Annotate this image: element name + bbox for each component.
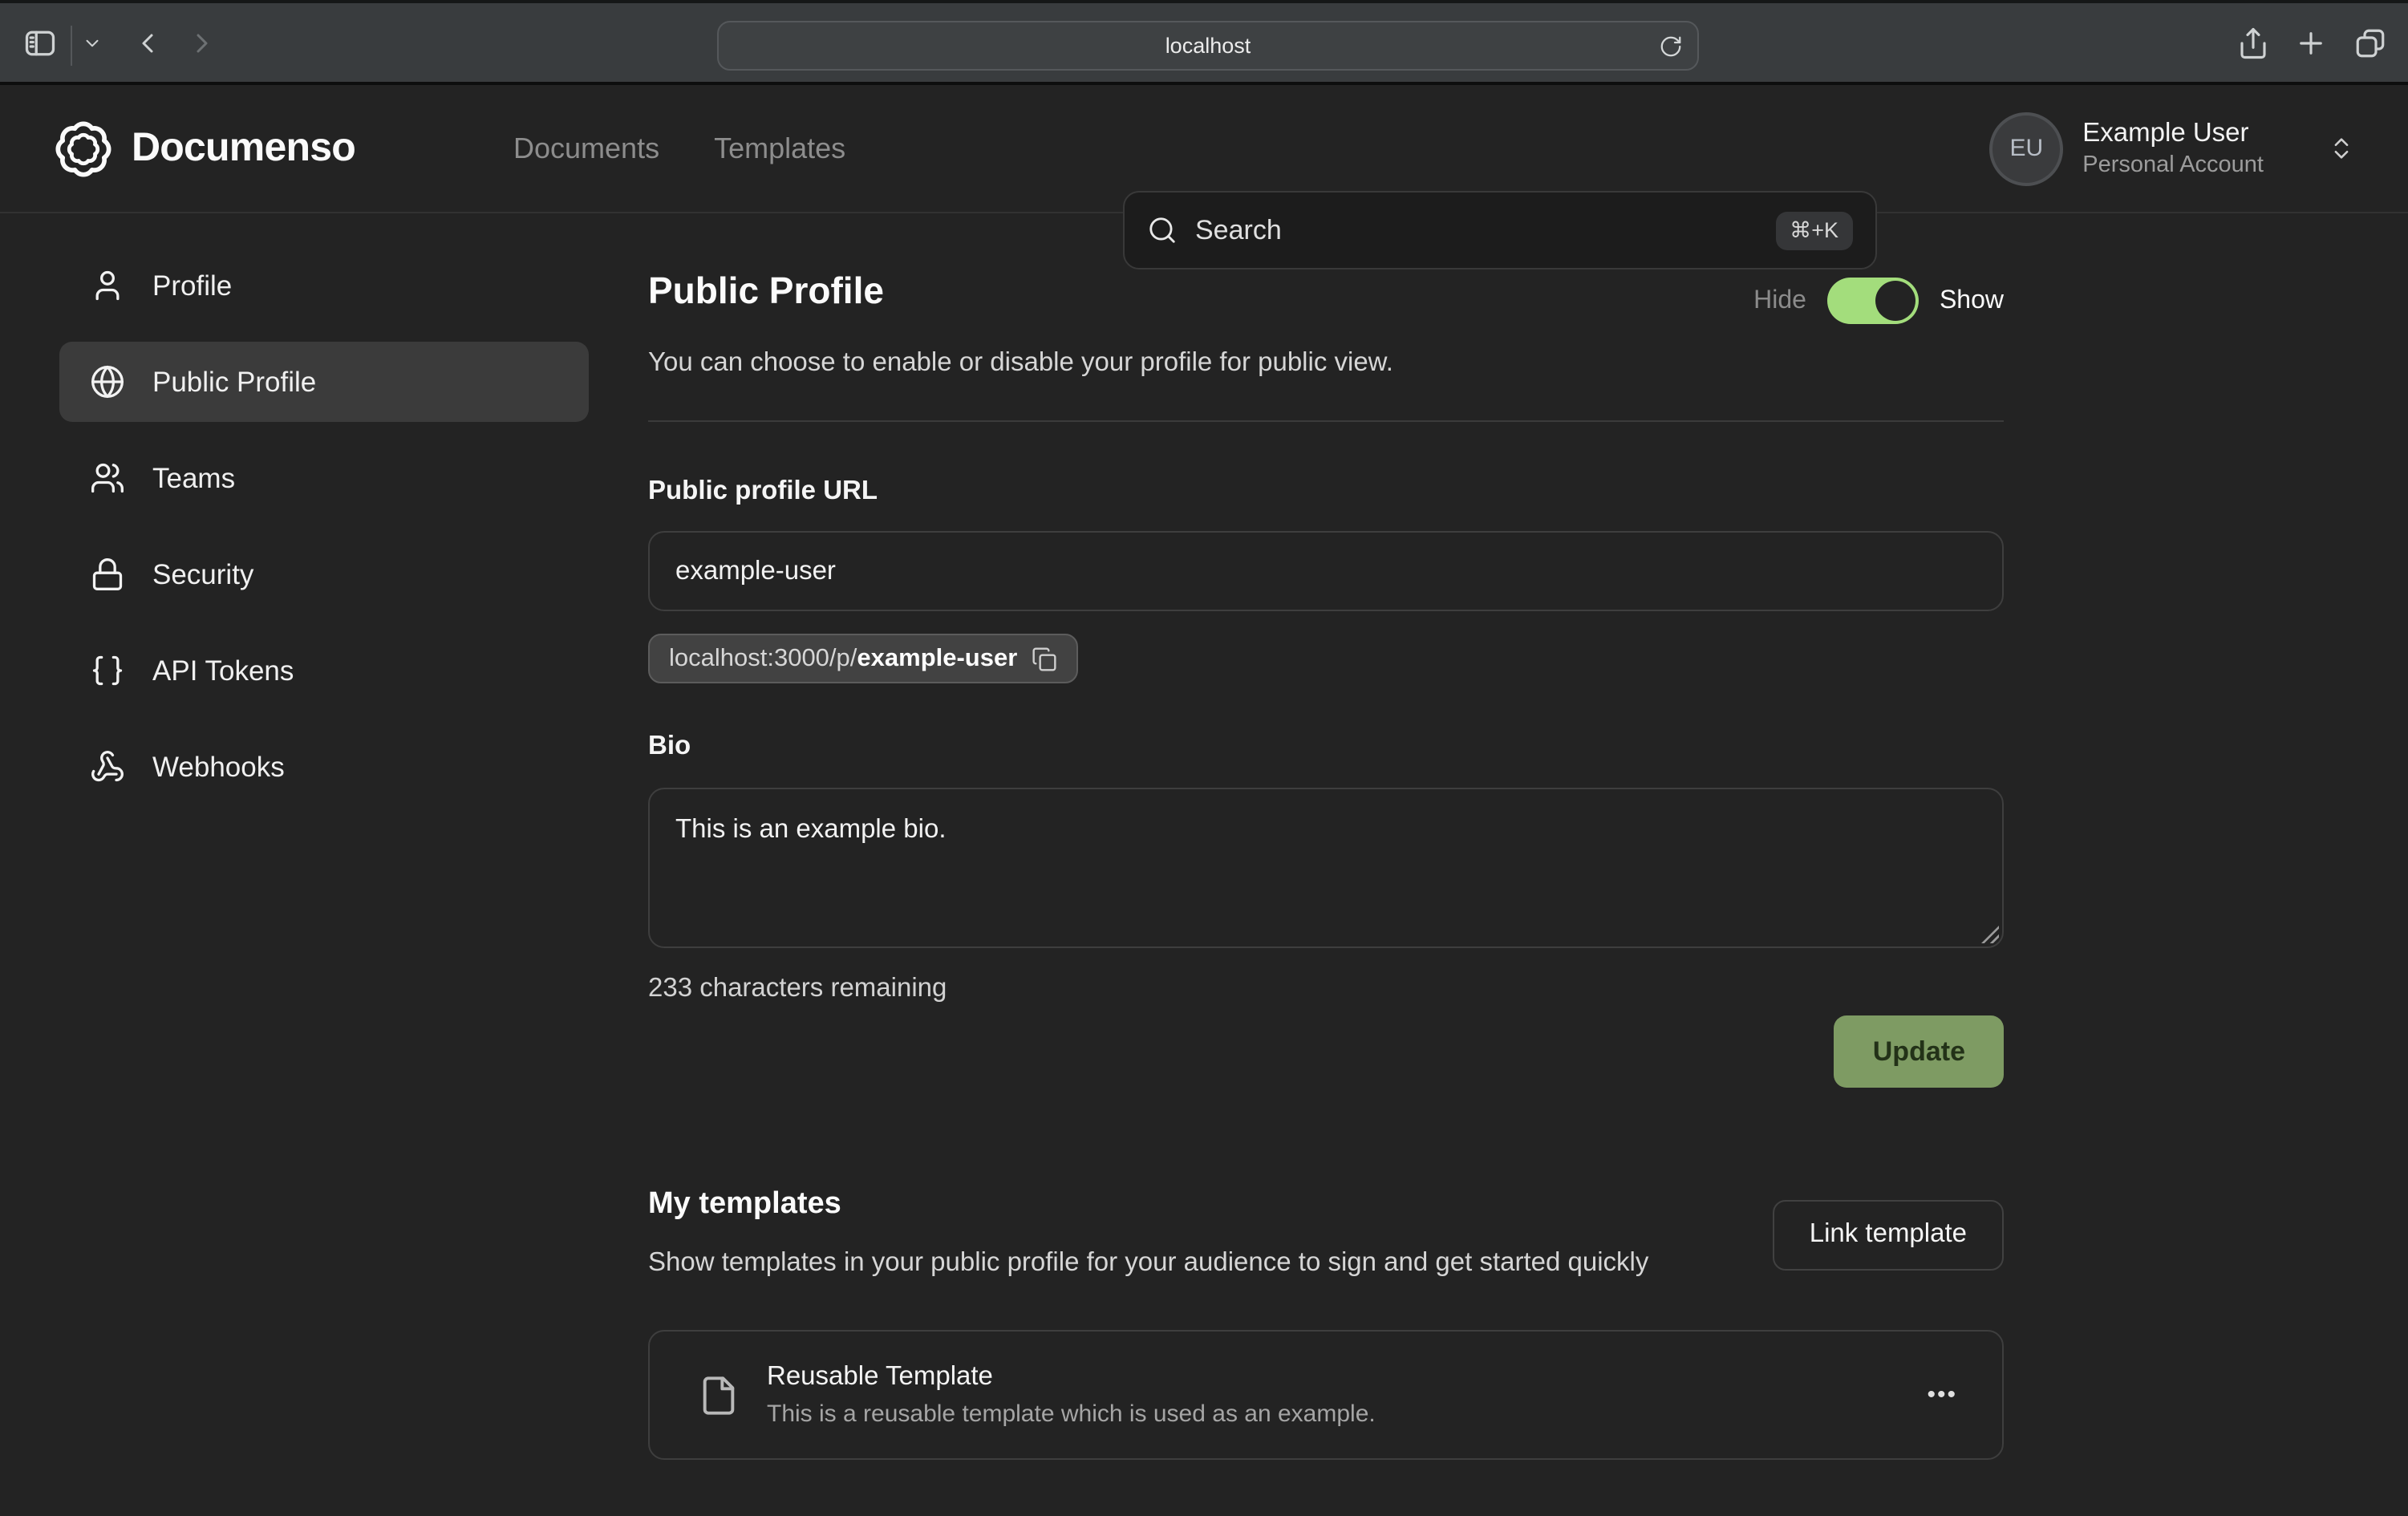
lock-icon bbox=[90, 557, 125, 592]
forward-button[interactable] bbox=[186, 26, 218, 59]
url-prefix: localhost:3000/p/ bbox=[669, 644, 857, 671]
global-search[interactable]: ⌘+K bbox=[1123, 191, 1877, 270]
safari-window: localhost bbox=[0, 0, 2408, 1516]
settings-page: Profile Public Profile Teams Securit bbox=[0, 213, 2408, 1460]
visibility-toggle-group: Hide Show bbox=[1753, 278, 2004, 324]
users-icon bbox=[90, 460, 125, 496]
tabs-icon bbox=[2353, 26, 2387, 59]
update-button[interactable]: Update bbox=[1834, 1015, 2004, 1088]
sidebar-toggle-button[interactable] bbox=[22, 25, 58, 60]
show-label: Show bbox=[1940, 286, 2004, 315]
search-shortcut-badge: ⌘+K bbox=[1775, 211, 1853, 249]
bio-field-label: Bio bbox=[648, 728, 2004, 764]
brand-logo[interactable]: Documenso bbox=[53, 118, 355, 179]
share-button[interactable] bbox=[2236, 26, 2270, 59]
url-chip-text: localhost:3000/p/example-user bbox=[669, 644, 1017, 673]
public-profile-section: Public Profile Hide Show You can choose … bbox=[648, 213, 2004, 1460]
template-title: Reusable Template bbox=[767, 1359, 1927, 1396]
tab-group-chevron-button[interactable] bbox=[82, 32, 103, 53]
account-menu[interactable]: EU Example User Personal Account bbox=[1989, 111, 2355, 185]
url-field-label: Public profile URL bbox=[648, 473, 2004, 509]
characters-remaining: 233 characters remaining bbox=[648, 971, 2004, 1006]
section-divider bbox=[648, 420, 2004, 422]
public-url-chip[interactable]: localhost:3000/p/example-user bbox=[648, 634, 1078, 683]
public-url-input[interactable] bbox=[648, 531, 2004, 611]
nav-documents[interactable]: Documents bbox=[513, 132, 659, 165]
brand-name: Documenso bbox=[132, 125, 355, 172]
browser-toolbar: localhost bbox=[0, 0, 2408, 85]
app-header: Documenso Documents Templates ⌘+K EU Exa… bbox=[0, 85, 2408, 213]
chevron-down-icon bbox=[82, 32, 103, 53]
sidebar-item-public-profile[interactable]: Public Profile bbox=[59, 342, 589, 422]
template-menu-button[interactable]: ••• bbox=[1927, 1381, 1957, 1409]
toolbar-divider bbox=[71, 26, 72, 66]
url-slug: example-user bbox=[857, 644, 1017, 671]
search-input[interactable] bbox=[1195, 214, 1757, 246]
bio-textarea[interactable]: This is an example bio. bbox=[648, 788, 2004, 948]
template-card[interactable]: Reusable Template This is a reusable tem… bbox=[648, 1330, 2004, 1460]
copy-url-button[interactable] bbox=[1032, 646, 1057, 671]
templates-description: Show templates in your public profile fo… bbox=[648, 1242, 1648, 1285]
sidebar-item-teams[interactable]: Teams bbox=[59, 438, 589, 518]
sidebar-item-profile[interactable]: Profile bbox=[59, 245, 589, 326]
page-description: You can choose to enable or disable your… bbox=[648, 343, 2004, 382]
user-icon bbox=[90, 268, 125, 303]
copy-icon bbox=[1032, 646, 1057, 671]
template-meta: Reusable Template This is a reusable tem… bbox=[767, 1359, 1927, 1431]
link-template-button[interactable]: Link template bbox=[1773, 1199, 2004, 1270]
avatar: EU bbox=[1989, 111, 2063, 185]
back-button[interactable] bbox=[132, 26, 164, 59]
webhook-icon bbox=[90, 749, 125, 784]
address-bar[interactable]: localhost bbox=[717, 21, 1699, 71]
globe-icon bbox=[90, 364, 125, 399]
reload-button[interactable] bbox=[1659, 34, 1683, 58]
avatar-initials: EU bbox=[2009, 135, 2043, 162]
chevron-right-icon bbox=[186, 26, 218, 59]
settings-sidebar: Profile Public Profile Teams Securit bbox=[59, 213, 589, 823]
new-tab-button[interactable] bbox=[2294, 26, 2328, 59]
profile-visibility-switch[interactable] bbox=[1827, 278, 1919, 324]
account-name: Example User bbox=[2082, 116, 2264, 150]
hide-label: Hide bbox=[1753, 286, 1806, 315]
search-icon bbox=[1147, 215, 1178, 245]
address-url: localhost bbox=[1165, 34, 1251, 58]
braces-icon bbox=[90, 653, 125, 688]
page-title: Public Profile bbox=[648, 266, 884, 314]
sidebar-toggle-icon bbox=[22, 25, 58, 60]
nav-templates[interactable]: Templates bbox=[714, 132, 845, 165]
account-info: Example User Personal Account bbox=[2082, 116, 2264, 180]
sidebar-item-security[interactable]: Security bbox=[59, 534, 589, 614]
sidebar-item-api-tokens[interactable]: API Tokens bbox=[59, 630, 589, 711]
template-description: This is a reusable template which is use… bbox=[767, 1397, 1927, 1431]
templates-title: My templates bbox=[648, 1184, 1648, 1226]
file-icon bbox=[698, 1374, 740, 1416]
tab-overview-button[interactable] bbox=[2353, 26, 2387, 59]
sidebar-item-webhooks[interactable]: Webhooks bbox=[59, 727, 589, 807]
chevron-left-icon bbox=[132, 26, 164, 59]
main-nav: Documents Templates bbox=[513, 132, 845, 165]
chevrons-up-down-icon bbox=[2328, 135, 2355, 162]
reload-icon bbox=[1659, 34, 1683, 58]
switch-knob bbox=[1875, 281, 1915, 321]
documenso-logo-icon bbox=[53, 118, 114, 179]
templates-header: My templates Show templates in your publ… bbox=[648, 1184, 1648, 1285]
share-icon bbox=[2236, 26, 2270, 59]
plus-icon bbox=[2294, 26, 2328, 59]
account-type: Personal Account bbox=[2082, 150, 2264, 180]
